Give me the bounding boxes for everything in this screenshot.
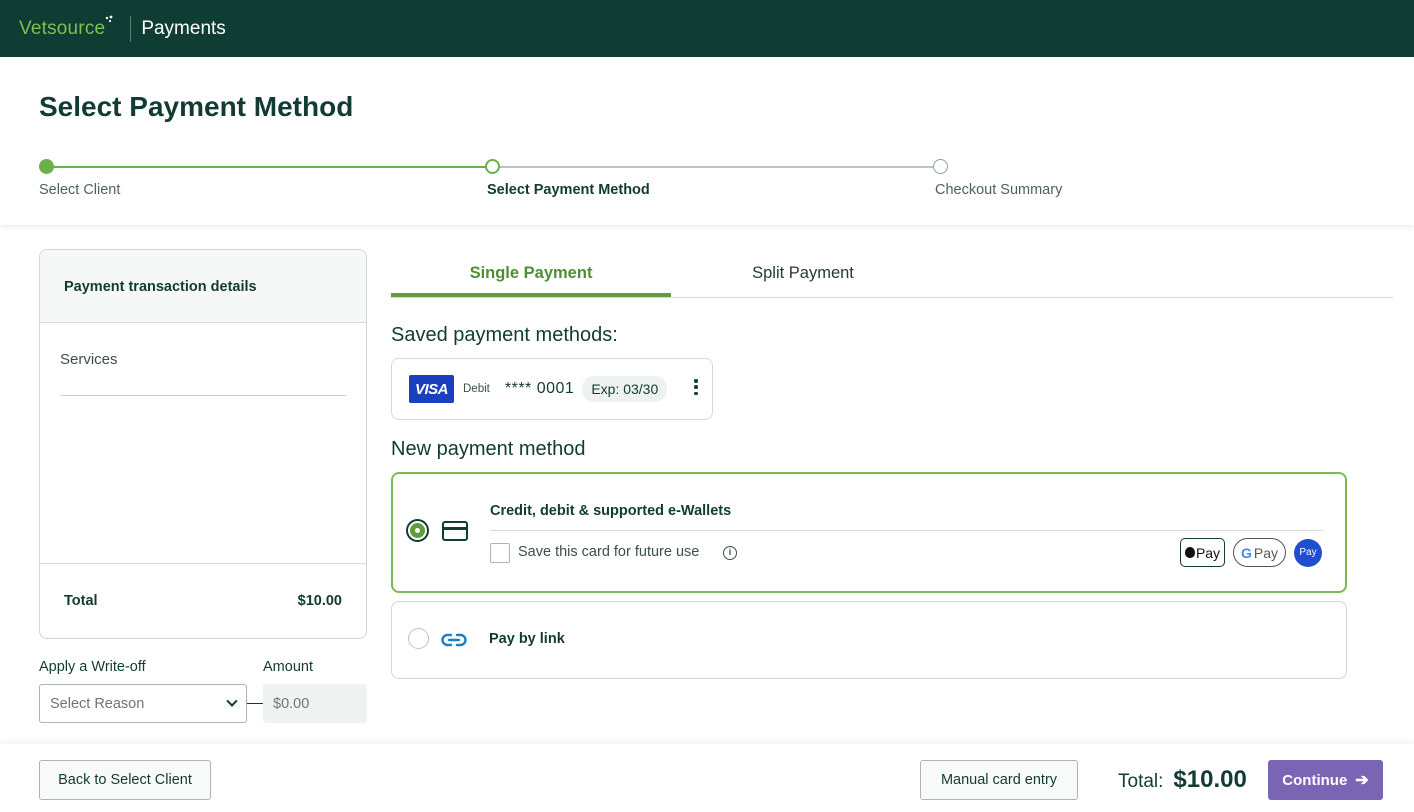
save-card-label: Save this card for future use — [518, 544, 700, 560]
field-connector — [247, 703, 263, 704]
link-icon — [441, 633, 467, 647]
details-total-label: Total — [64, 593, 98, 609]
step-marker-select-client — [39, 159, 54, 174]
new-method-heading: New payment method — [391, 438, 586, 460]
google-g-icon: G — [1240, 544, 1252, 561]
manual-entry-button[interactable]: Manual card entry — [920, 760, 1078, 800]
card-icon — [442, 521, 468, 541]
google-pay-logo: G Pay — [1233, 538, 1286, 567]
card-option-radio[interactable] — [406, 519, 429, 542]
apple-pay-text: Pay — [1195, 544, 1221, 561]
link-option-radio[interactable] — [408, 628, 429, 649]
pay-by-link-option[interactable]: Pay by link — [391, 601, 1347, 679]
writeoff-reason-select[interactable]: Select Reason — [39, 684, 247, 723]
step-label-select-client: Select Client — [39, 182, 121, 198]
details-card-title: Payment transaction details — [40, 250, 366, 323]
footer-total-value: $10.00 — [1173, 766, 1247, 793]
continue-label: Continue — [1282, 771, 1348, 789]
brand-logo: Vetsource — [19, 17, 106, 39]
saved-methods-heading: Saved payment methods: — [391, 324, 618, 346]
back-button[interactable]: Back to Select Client — [39, 760, 211, 800]
step-marker-select-payment — [485, 159, 500, 174]
saved-card-item[interactable]: VISA Debit **** 0001 Exp: 03/30 — [391, 358, 713, 420]
writeoff-amount-input[interactable] — [263, 684, 367, 723]
card-number: **** 0001 — [504, 380, 575, 397]
save-card-checkbox[interactable] — [490, 543, 510, 563]
visa-logo: VISA — [409, 375, 454, 403]
writeoff-reason-placeholder: Select Reason — [50, 695, 145, 712]
apple-icon — [1184, 547, 1195, 558]
active-tab-indicator — [391, 293, 671, 297]
arrow-right-icon: ➔ — [1355, 772, 1369, 789]
google-pay-text: Pay — [1253, 544, 1278, 561]
details-total-value: $10.00 — [297, 593, 342, 609]
step-connector-complete — [46, 166, 492, 168]
chevron-down-icon — [226, 695, 238, 707]
step-marker-checkout — [933, 159, 948, 174]
top-bar: Vetsource Payments — [0, 0, 1414, 57]
details-total-row: Total $10.00 — [40, 563, 366, 638]
services-divider — [60, 395, 346, 396]
info-icon[interactable]: i — [723, 546, 737, 560]
transaction-details-card: Payment transaction details Services Tot… — [39, 249, 367, 639]
progress-stepper: Select Client Select Payment Method Chec… — [39, 159, 1139, 209]
brand-dots-icon — [106, 15, 113, 22]
brand-separator — [130, 15, 132, 42]
step-label-select-payment: Select Payment Method — [487, 182, 650, 198]
samsung-pay-logo: Pay — [1294, 538, 1322, 567]
amount-label: Amount — [263, 659, 313, 675]
tabs-divider — [391, 297, 1393, 298]
footer-bar: Back to Select Client Manual card entry … — [0, 744, 1414, 812]
tab-split-payment[interactable]: Split Payment — [663, 264, 943, 283]
footer-total: Total: $10.00 — [1118, 766, 1247, 794]
card-option-title: Credit, debit & supported e-Wallets — [490, 503, 732, 519]
card-option-divider — [490, 530, 1323, 531]
page-title: Select Payment Method — [39, 91, 354, 122]
writeoff-label: Apply a Write-off — [39, 659, 146, 675]
product-name: Payments — [141, 17, 226, 39]
footer-total-label: Total: — [1118, 771, 1164, 792]
apple-pay-logo: Pay — [1180, 538, 1225, 567]
card-expiry-badge: Exp: 03/30 — [582, 376, 668, 402]
page-header: Select Payment Method Select Client Sele… — [0, 57, 1414, 225]
tab-single-payment[interactable]: Single Payment — [391, 264, 671, 283]
kebab-icon[interactable] — [694, 379, 698, 395]
card-payment-option[interactable]: Credit, debit & supported e-Wallets Save… — [391, 472, 1347, 593]
wallet-logos: Pay G Pay Pay — [1180, 538, 1322, 567]
link-option-title: Pay by link — [489, 631, 565, 647]
card-type: Debit — [463, 383, 490, 395]
services-label: Services — [60, 351, 118, 368]
step-label-checkout: Checkout Summary — [935, 182, 1063, 198]
step-connector-upcoming — [499, 166, 934, 168]
continue-button[interactable]: Continue ➔ — [1268, 760, 1383, 800]
